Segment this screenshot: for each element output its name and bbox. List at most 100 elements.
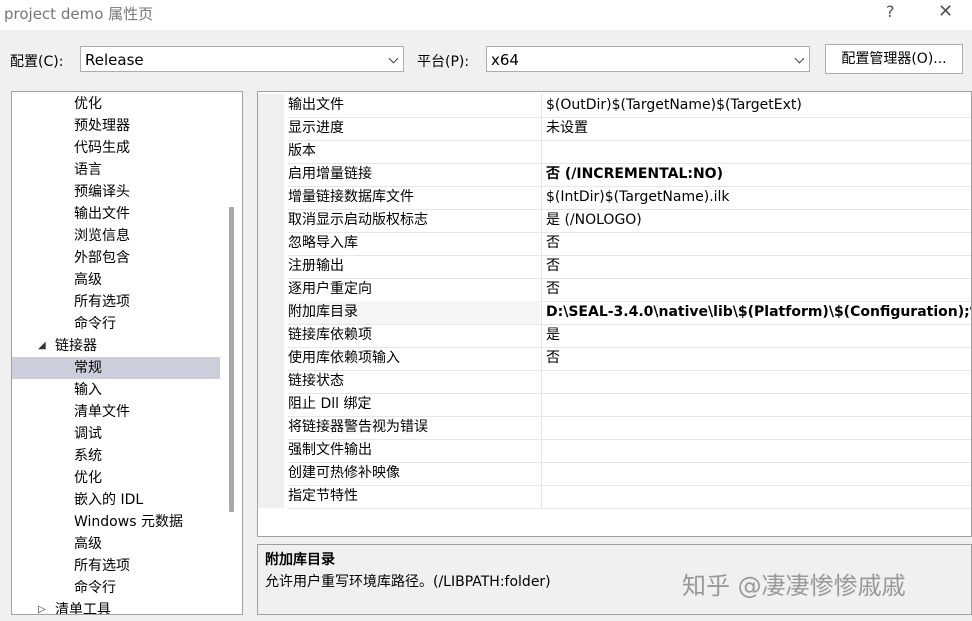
chevron-down-icon — [794, 53, 805, 64]
tree-item[interactable]: 输出文件 — [12, 203, 217, 225]
tree-item[interactable]: 高级 — [12, 533, 217, 555]
property-name: 链接状态 — [288, 370, 540, 394]
platform-value: x64 — [491, 51, 519, 69]
tree-item[interactable]: ▷ 清单工具 — [12, 599, 217, 614]
close-icon[interactable]: ✕ — [938, 1, 953, 22]
property-row[interactable]: 逐用户重定向否 — [258, 278, 971, 302]
property-value[interactable]: $(OutDir)$(TargetName)$(TargetExt) — [541, 94, 971, 118]
help-icon[interactable]: ? — [886, 2, 895, 21]
property-row[interactable]: 指定节特性 — [258, 485, 971, 509]
tree-item-label: 输出文件 — [74, 206, 130, 222]
tree-item[interactable]: 系统 — [12, 445, 217, 467]
property-value[interactable]: 否 (/INCREMENTAL:NO) — [541, 163, 971, 187]
tree-item[interactable]: 优化 — [12, 467, 217, 489]
config-label: 配置(C): — [10, 54, 64, 70]
property-name: 强制文件输出 — [288, 439, 540, 463]
tree-scrollbar-thumb[interactable] — [229, 207, 234, 512]
property-value[interactable] — [541, 370, 971, 394]
property-row[interactable]: 使用库依赖项输入否 — [258, 347, 971, 371]
property-value[interactable] — [541, 140, 971, 164]
property-name: 阻止 Dll 绑定 — [288, 393, 540, 417]
property-value[interactable]: 否 — [541, 278, 971, 302]
tree-item[interactable]: 清单文件 — [12, 401, 217, 423]
property-value[interactable] — [541, 462, 971, 486]
tree-item-label: 所有选项 — [74, 558, 130, 574]
property-row[interactable]: 输出文件 $(OutDir)$(TargetName)$(TargetExt) — [258, 94, 971, 118]
tree-item-label: 外部包含 — [74, 250, 130, 266]
platform-label: 平台(P): — [417, 54, 470, 70]
property-row[interactable]: 链接库依赖项是 — [258, 324, 971, 348]
watermark: 知乎 @凄凄惨惨戚戚 — [682, 572, 906, 600]
property-row[interactable]: 版本 — [258, 140, 971, 164]
tree-item[interactable]: 语言 — [12, 159, 217, 181]
property-row[interactable]: 链接状态 — [258, 370, 971, 394]
tree-item[interactable]: ◢ 链接器 — [12, 335, 217, 357]
tree-item[interactable]: 调试 — [12, 423, 217, 445]
tree-item-label: 预处理器 — [74, 118, 130, 134]
tree-item-label: 命令行 — [74, 316, 116, 332]
property-value[interactable]: 否 — [541, 255, 971, 279]
config-manager-button[interactable]: 配置管理器(O)... — [825, 44, 963, 74]
tree-item[interactable]: 常规 — [12, 357, 220, 379]
property-tree[interactable]: 优化 预处理器 代码生成 语言 预编译头 输出文件 浏览信息 外部包含 高级 所有选项 命令行 ◢ 链接… — [11, 91, 243, 615]
tree-item-label: 高级 — [74, 536, 102, 552]
chevron-down-icon — [388, 53, 399, 64]
property-row[interactable]: 忽略导入库否 — [258, 232, 971, 256]
property-row[interactable]: 增量链接数据库文件 $(IntDir)$(TargetName).ilk — [258, 186, 971, 210]
tree-item-label: 常规 — [74, 360, 102, 376]
property-row[interactable]: 显示进度 未设置 — [258, 117, 971, 141]
property-value[interactable] — [541, 485, 971, 509]
tree-item[interactable]: 预处理器 — [12, 115, 217, 137]
property-row[interactable]: 取消显示启动版权标志是 (/NOLOGO) — [258, 209, 971, 233]
tree-item-label: 调试 — [74, 426, 102, 442]
property-row[interactable]: 创建可热修补映像 — [258, 462, 971, 486]
tree-item-label: 高级 — [74, 272, 102, 288]
tree-item-label: 所有选项 — [74, 294, 130, 310]
property-name: 增量链接数据库文件 — [288, 186, 540, 210]
property-row[interactable]: 将链接器警告视为错误 — [258, 416, 971, 440]
tree-item[interactable]: 命令行 — [12, 577, 217, 599]
platform-dropdown[interactable]: x64 — [486, 46, 810, 72]
collapse-arrow-icon[interactable]: ◢ — [38, 335, 46, 357]
config-dropdown[interactable]: Release — [80, 46, 404, 72]
property-row[interactable]: 附加库目录 D:\SEAL-3.4.0\native\lib\$(Platform… — [258, 301, 971, 325]
tree-item-label: 输入 — [74, 382, 102, 398]
row-gutter — [258, 416, 284, 439]
property-value[interactable]: 否 — [541, 232, 971, 256]
tree-item[interactable]: 命令行 — [12, 313, 217, 335]
row-gutter — [258, 462, 284, 485]
property-name: 取消显示启动版权标志 — [288, 209, 540, 233]
property-value[interactable]: 否 — [541, 347, 971, 371]
tree-item[interactable]: 输入 — [12, 379, 217, 401]
tree-item[interactable]: 嵌入的 IDL — [12, 489, 217, 511]
row-gutter — [258, 278, 284, 301]
tree-item[interactable]: 外部包含 — [12, 247, 217, 269]
property-value[interactable] — [541, 416, 971, 440]
property-name: 使用库依赖项输入 — [288, 347, 540, 371]
expand-arrow-icon[interactable]: ▷ — [38, 599, 46, 614]
property-value[interactable] — [541, 393, 971, 417]
tree-item-label: 嵌入的 IDL — [74, 492, 144, 508]
property-value[interactable]: 未设置 — [541, 117, 971, 141]
tree-item[interactable]: 浏览信息 — [12, 225, 217, 247]
property-name: 将链接器警告视为错误 — [288, 416, 540, 440]
property-value[interactable]: $(IntDir)$(TargetName).ilk — [541, 186, 971, 210]
property-value[interactable] — [541, 439, 971, 463]
tree-item[interactable]: 代码生成 — [12, 137, 217, 159]
tree-item[interactable]: 所有选项 — [12, 555, 217, 577]
property-value[interactable]: D:\SEAL-3.4.0\native\lib\$(Platform)\$(C… — [541, 301, 971, 325]
row-gutter — [258, 209, 284, 232]
tree-item[interactable]: 高级 — [12, 269, 217, 291]
property-row[interactable]: 阻止 Dll 绑定 — [258, 393, 971, 417]
tree-item[interactable]: 优化 — [12, 93, 217, 115]
property-row[interactable]: 启用增量链接否 (/INCREMENTAL:NO) — [258, 163, 971, 187]
tree-item[interactable]: 所有选项 — [12, 291, 217, 313]
property-value[interactable]: 是 (/NOLOGO) — [541, 209, 971, 233]
property-row[interactable]: 强制文件输出 — [258, 439, 971, 463]
property-row[interactable]: 注册输出否 — [258, 255, 971, 279]
tree-item[interactable]: 预编译头 — [12, 181, 217, 203]
property-value[interactable]: 是 — [541, 324, 971, 348]
tree-item[interactable]: Windows 元数据 — [12, 511, 217, 533]
property-grid[interactable]: 输出文件 $(OutDir)$(TargetName)$(TargetExt) 显示… — [257, 91, 972, 537]
tree-item-label: 系统 — [74, 448, 102, 464]
